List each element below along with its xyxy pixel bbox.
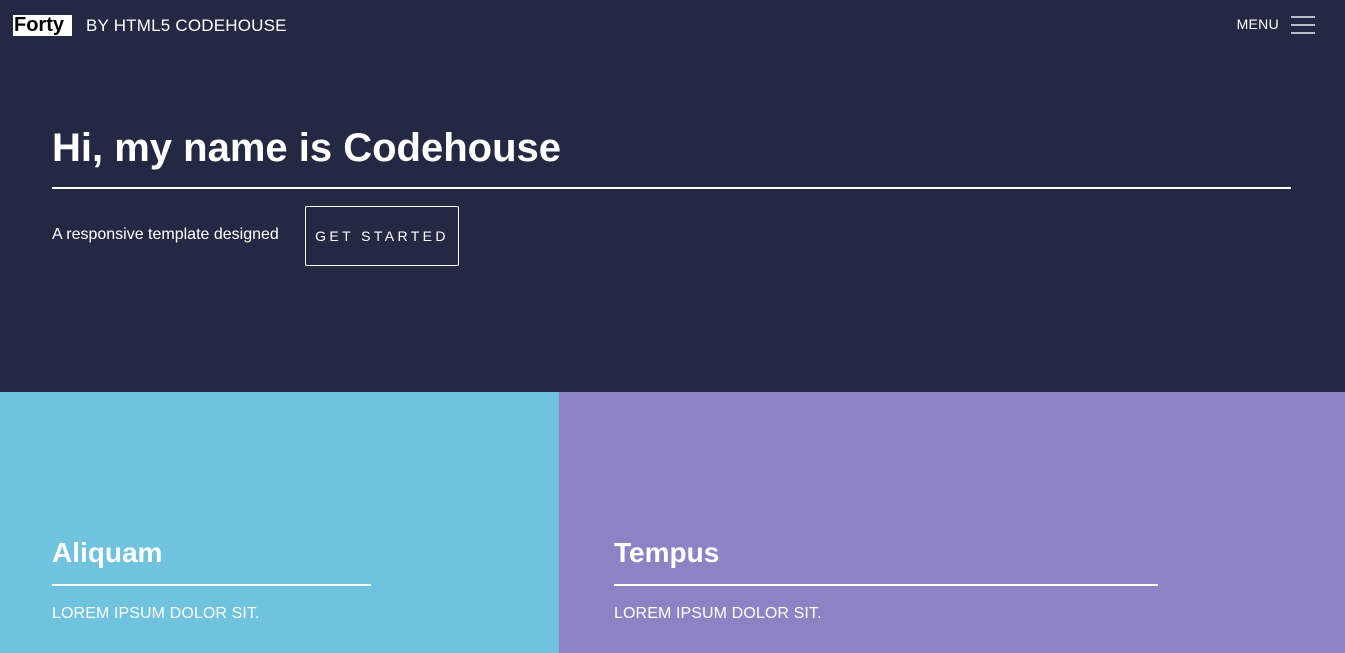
tile-title: Aliquam <box>52 537 163 568</box>
tile-text: LOREM IPSUM DOLOR SIT. <box>52 605 260 622</box>
menu-label: MENU <box>1236 16 1279 32</box>
menu-toggle[interactable]: MENU <box>1237 14 1315 34</box>
tile-aliquam[interactable]: Aliquam LOREM IPSUM DOLOR SIT. <box>0 392 559 653</box>
tile-text: LOREM IPSUM DOLOR SIT. <box>614 605 822 622</box>
hero-divider <box>52 187 1291 189</box>
site-logo[interactable]: Forty BY HTML5 CODEHOUSE <box>13 15 287 36</box>
logo-mark: Forty <box>13 15 72 36</box>
page-title: Hi, my name is Codehouse <box>52 126 562 170</box>
tile-tempus[interactable]: Tempus LOREM IPSUM DOLOR SIT. <box>559 392 1345 653</box>
tile-divider <box>52 584 371 586</box>
hero-subtitle: A responsive template designed <box>52 226 279 243</box>
site-header: Forty BY HTML5 CODEHOUSE MENU <box>0 0 1345 52</box>
tile-title: Tempus <box>614 537 720 568</box>
hamburger-icon <box>1291 14 1315 34</box>
logo-byline: BY HTML5 CODEHOUSE <box>86 15 287 35</box>
tile-divider <box>614 584 1158 586</box>
get-started-button[interactable]: GET STARTED <box>305 206 459 266</box>
